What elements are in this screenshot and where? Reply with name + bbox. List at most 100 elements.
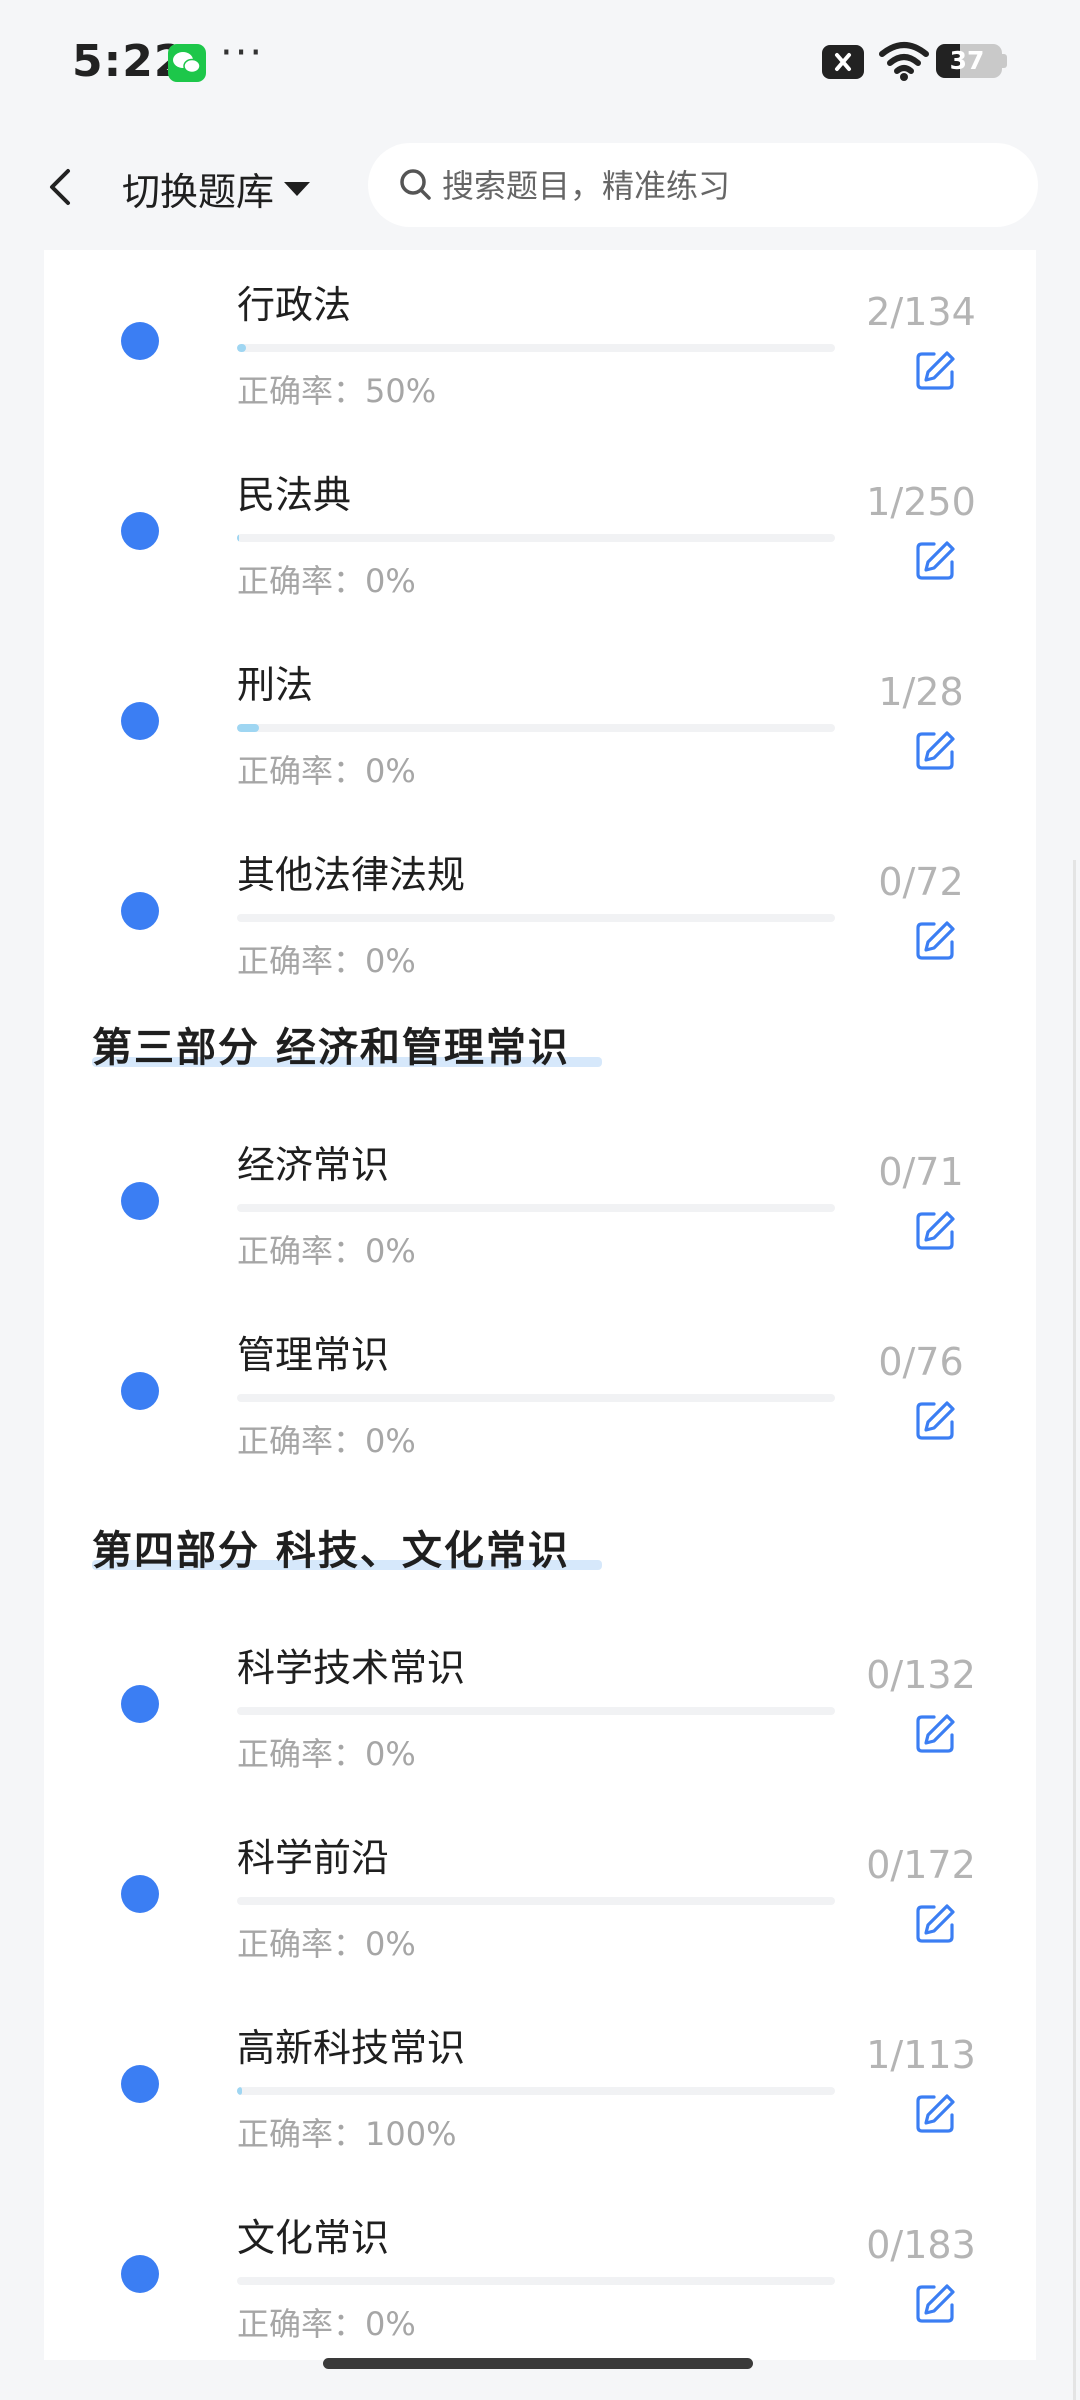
bullet-dot: [121, 1182, 159, 1220]
topic-row[interactable]: 行政法 正确率：50% 2/134: [44, 250, 1036, 440]
topic-name: 科学技术常识: [237, 1646, 466, 1690]
accuracy-label: 正确率：: [237, 752, 366, 790]
edit-practice-icon[interactable]: [914, 918, 958, 962]
progress-track: [237, 2087, 835, 2095]
topic-name: 行政法: [237, 283, 352, 327]
accuracy-text: 正确率：0%: [237, 1226, 416, 1272]
bullet-dot: [121, 512, 159, 550]
accuracy-text: 正确率：100%: [237, 2109, 457, 2155]
topic-name: 管理常识: [237, 1333, 390, 1377]
edit-practice-icon[interactable]: [914, 1901, 958, 1945]
bullet-dot: [121, 702, 159, 740]
switch-question-bank-button[interactable]: 切换题库: [122, 161, 311, 216]
progress-track: [237, 344, 835, 352]
accuracy-value: 0%: [365, 942, 416, 980]
bullet-dot: [121, 1875, 159, 1913]
scrollbar[interactable]: [1073, 860, 1076, 2400]
header: 切换题库: [0, 125, 1080, 250]
accuracy-text: 正确率：0%: [237, 556, 416, 602]
accuracy-value: 0%: [365, 1735, 416, 1773]
edit-practice-icon[interactable]: [914, 1398, 958, 1442]
question-count: 0/72: [878, 860, 964, 904]
bullet-dot: [121, 2255, 159, 2293]
edit-practice-icon[interactable]: [914, 2281, 958, 2325]
progress-track: [237, 1204, 835, 1212]
wechat-icon: [168, 44, 206, 82]
section-heading-4: 第四部分 科技、文化常识: [92, 1518, 602, 1578]
home-indicator[interactable]: [323, 2358, 753, 2369]
accuracy-value: 50%: [365, 372, 437, 410]
progress-fill: [237, 2087, 243, 2095]
back-arrow-icon[interactable]: [40, 165, 84, 209]
accuracy-label: 正确率：: [237, 2115, 366, 2153]
accuracy-label: 正确率：: [237, 1232, 366, 1270]
more-notifications-icon: ···: [220, 30, 265, 76]
accuracy-text: 正确率：0%: [237, 1416, 416, 1462]
status-bar: 5:22 ··· 37: [0, 0, 1080, 125]
progress-fill: [237, 344, 246, 352]
question-count: 0/183: [866, 2223, 976, 2267]
topic-row[interactable]: 其他法律法规 正确率：0% 0/72: [44, 820, 1036, 1010]
question-count: 1/113: [866, 2033, 976, 2077]
progress-fill: [237, 724, 259, 732]
topic-row[interactable]: 科学前沿 正确率：0% 0/172: [44, 1803, 1036, 1993]
topic-name: 民法典: [237, 473, 352, 517]
accuracy-text: 正确率：0%: [237, 1729, 416, 1775]
accuracy-label: 正确率：: [237, 942, 366, 980]
caret-down-icon: [284, 181, 311, 196]
search-box[interactable]: [368, 143, 1038, 229]
accuracy-text: 正确率：0%: [237, 746, 416, 792]
topic-row[interactable]: 高新科技常识 正确率：100% 1/113: [44, 1993, 1036, 2183]
question-count: 1/250: [866, 480, 976, 524]
topic-name: 其他法律法规: [237, 853, 466, 897]
progress-track: [237, 914, 835, 922]
battery-icon: 37: [936, 44, 1002, 78]
accuracy-label: 正确率：: [237, 562, 366, 600]
edit-practice-icon[interactable]: [914, 728, 958, 772]
topic-row[interactable]: 管理常识正确率：0% 0/76: [44, 1300, 1036, 1490]
progress-track: [237, 1707, 835, 1715]
topic-name: 高新科技常识: [237, 2026, 466, 2070]
topic-name: 经济常识: [237, 1143, 390, 1187]
edit-practice-icon[interactable]: [914, 2091, 958, 2135]
topic-row[interactable]: 刑法 正确率：0% 1/28: [44, 630, 1036, 820]
progress-track: [237, 2277, 835, 2285]
wifi-icon: [878, 40, 930, 82]
edit-practice-icon[interactable]: [914, 538, 958, 582]
topic-name: 科学前沿: [237, 1836, 390, 1880]
accuracy-value: 0%: [365, 1422, 416, 1460]
search-icon: [396, 165, 436, 205]
question-count: 0/71: [878, 1150, 964, 1194]
topic-row[interactable]: 民法典正确率：0% 1/250: [44, 440, 1036, 630]
topic-row[interactable]: 科学技术常识 正确率：0% 0/132: [44, 1613, 1036, 1803]
topic-row[interactable]: 经济常识正确率：0% 0/71: [44, 1110, 1036, 1300]
accuracy-value: 0%: [365, 1925, 416, 1963]
question-count: 0/76: [878, 1340, 964, 1384]
accuracy-value: 0%: [365, 1232, 416, 1270]
progress-track: [237, 1394, 835, 1402]
accuracy-value: 0%: [365, 562, 416, 600]
topic-name: 刑法: [237, 663, 314, 707]
bullet-dot: [121, 2065, 159, 2103]
accuracy-label: 正确率：: [237, 1925, 366, 1963]
bullet-dot: [121, 892, 159, 930]
progress-track: [237, 724, 835, 732]
accuracy-text: 正确率：0%: [237, 936, 416, 982]
progress-track: [237, 534, 835, 542]
question-count: 0/132: [866, 1653, 976, 1697]
topic-list-card: 行政法 正确率：50% 2/134 民法典 正确率：0% 1/250 刑法 正确率：0% 1/2…: [44, 250, 1036, 2360]
progress-track: [237, 1897, 835, 1905]
accuracy-text: 正确率：50%: [237, 366, 436, 412]
edit-practice-icon[interactable]: [914, 1711, 958, 1755]
accuracy-text: 正确率：0%: [237, 1919, 416, 1965]
edit-practice-icon[interactable]: [914, 1208, 958, 1252]
progress-fill: [237, 534, 240, 542]
accuracy-value: 100%: [365, 2115, 457, 2153]
accuracy-label: 正确率：: [237, 1422, 366, 1460]
accuracy-label: 正确率：: [237, 1735, 366, 1773]
topic-row[interactable]: 文化常识 正确率：0% 0/183: [44, 2183, 1036, 2360]
section-heading-3: 第三部分 经济和管理常识: [92, 1015, 602, 1075]
edit-practice-icon[interactable]: [914, 348, 958, 392]
switch-question-bank-label: 切换题库: [122, 170, 275, 214]
search-input[interactable]: [440, 143, 1004, 229]
